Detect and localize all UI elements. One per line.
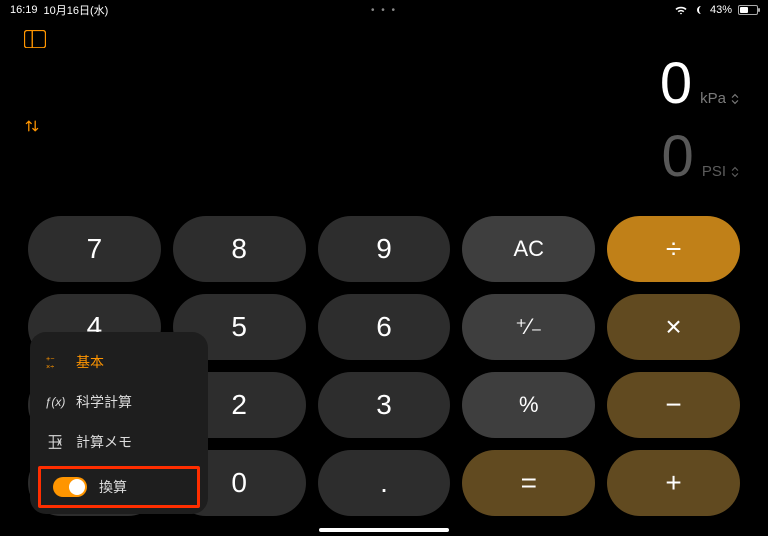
battery-icon bbox=[738, 5, 758, 15]
key-percent[interactable]: % bbox=[462, 372, 595, 438]
secondary-value: 0 bbox=[662, 123, 694, 190]
swap-units-icon[interactable] bbox=[24, 118, 40, 134]
mode-basic[interactable]: +−×÷ 基本 bbox=[30, 342, 208, 382]
key-decimal[interactable]: . bbox=[318, 450, 451, 516]
key-multiply[interactable]: × bbox=[607, 294, 740, 360]
mode-scientific[interactable]: ƒ(x) 科学計算 bbox=[30, 382, 208, 422]
key-clear[interactable]: AC bbox=[462, 216, 595, 282]
key-divide[interactable]: ÷ bbox=[607, 216, 740, 282]
multitask-dots[interactable]: • • • bbox=[371, 5, 397, 16]
primary-value: 0 bbox=[660, 50, 692, 117]
chevron-updown-icon bbox=[730, 165, 740, 179]
key-3[interactable]: 3 bbox=[318, 372, 451, 438]
basic-math-icon: +−×÷ bbox=[46, 353, 64, 371]
wifi-icon bbox=[674, 5, 688, 15]
key-6[interactable]: 6 bbox=[318, 294, 451, 360]
sidebar-toggle-icon[interactable] bbox=[24, 30, 46, 48]
status-date: 10月16日(水) bbox=[44, 2, 109, 18]
secondary-unit-selector[interactable]: PSI bbox=[702, 163, 740, 180]
mode-popup: +−×÷ 基本 ƒ(x) 科学計算 計算メモ 換算 bbox=[30, 332, 208, 514]
moon-icon bbox=[694, 5, 704, 15]
key-9[interactable]: 9 bbox=[318, 216, 451, 282]
status-bar: 16:19 10月16日(水) • • • 43% bbox=[0, 0, 768, 20]
key-sign[interactable]: ⁺⁄₋ bbox=[462, 294, 595, 360]
key-minus[interactable]: − bbox=[607, 372, 740, 438]
home-indicator[interactable] bbox=[319, 528, 449, 532]
svg-text:×÷: ×÷ bbox=[46, 362, 54, 371]
key-plus[interactable]: + bbox=[607, 450, 740, 516]
key-8[interactable]: 8 bbox=[173, 216, 306, 282]
mode-notes[interactable]: 計算メモ bbox=[30, 422, 208, 462]
key-equals[interactable]: = bbox=[462, 450, 595, 516]
convert-toggle[interactable] bbox=[53, 477, 87, 497]
display-area: 0 kPa 0 PSI bbox=[660, 50, 740, 190]
primary-unit-selector[interactable]: kPa bbox=[700, 90, 740, 107]
battery-percent: 43% bbox=[710, 4, 732, 16]
status-time: 16:19 bbox=[10, 4, 38, 16]
function-icon: ƒ(x) bbox=[46, 393, 64, 411]
mode-convert[interactable]: 換算 bbox=[38, 466, 200, 508]
key-7[interactable]: 7 bbox=[28, 216, 161, 282]
chevron-updown-icon bbox=[730, 92, 740, 106]
math-notes-icon bbox=[46, 433, 64, 451]
